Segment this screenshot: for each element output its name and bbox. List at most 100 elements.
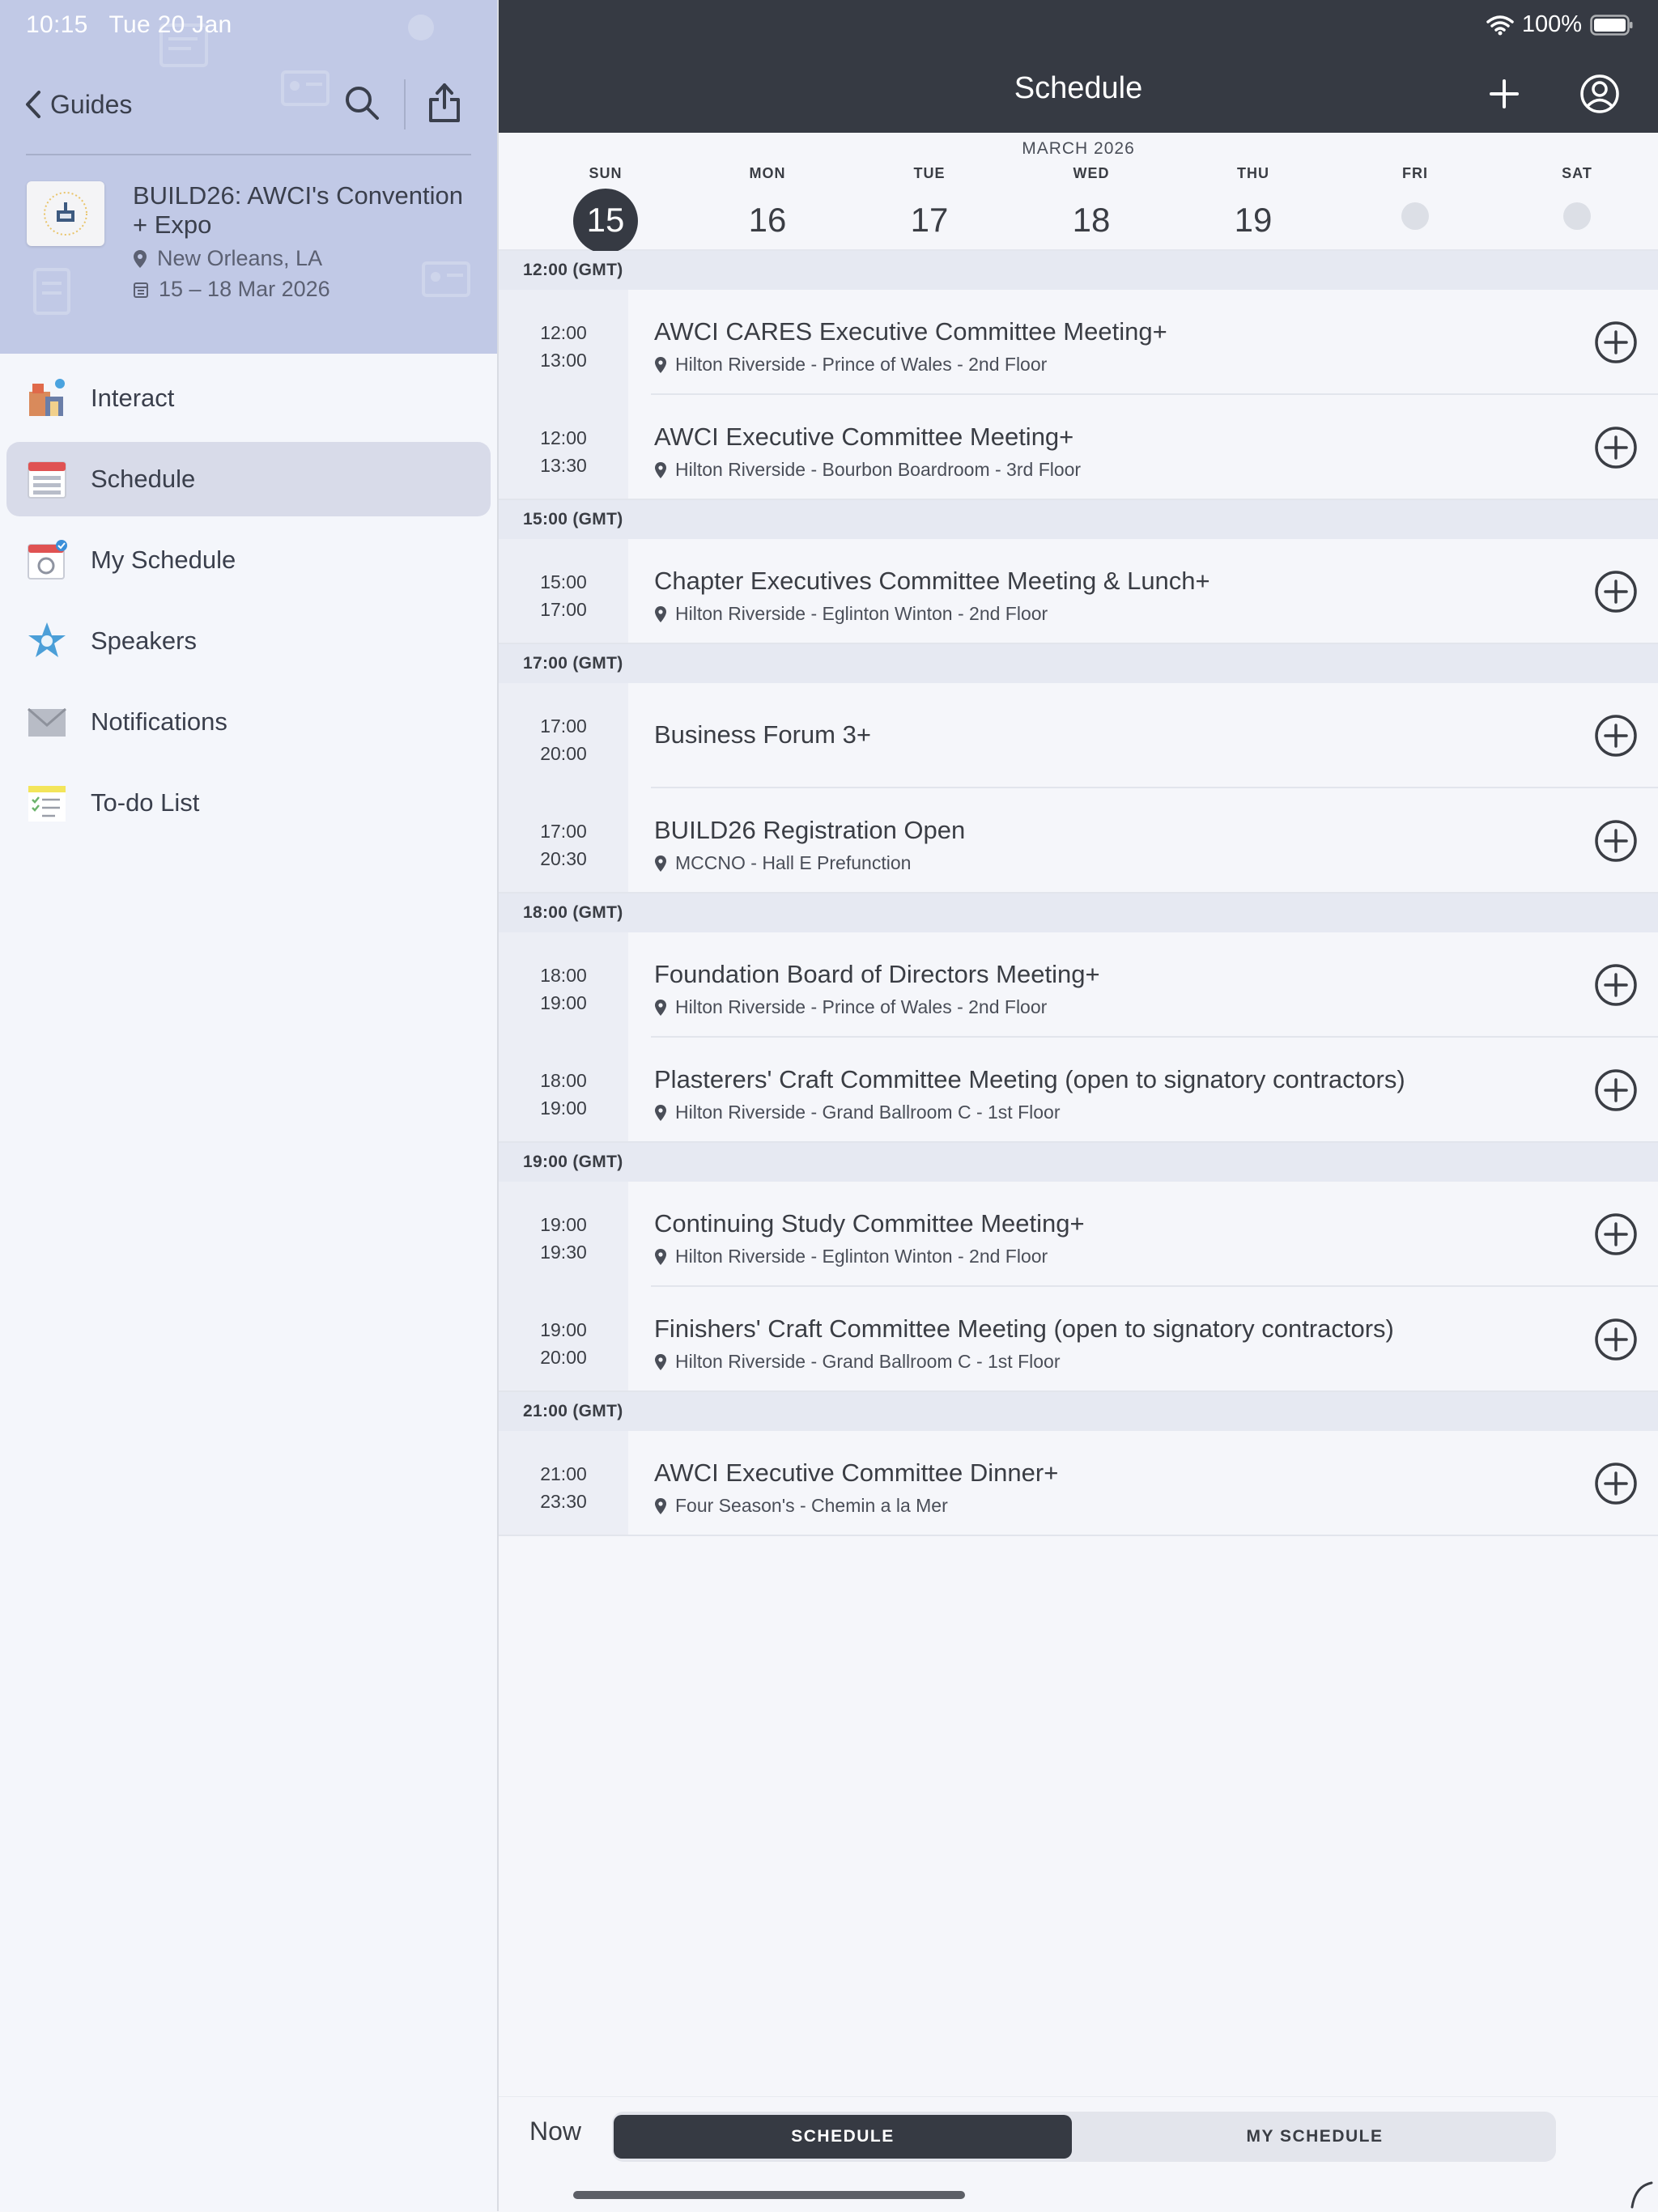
- resize-handle-icon[interactable]: [1629, 2181, 1653, 2209]
- main-panel: 100% Schedule MARCH 2026 SUN 15 MON 16 TUE 17…: [499, 0, 1658, 2212]
- session-end-time: 23:30: [540, 1491, 587, 1512]
- session-location: Four Season's - Chemin a la Mer: [654, 1495, 948, 1517]
- add-to-my-schedule-button[interactable]: [1594, 714, 1638, 758]
- row-separator: [499, 499, 1658, 500]
- event-dates: 15 – 18 Mar 2026: [133, 277, 330, 302]
- time-group-header: 17:00 (GMT): [499, 644, 1658, 683]
- search-button[interactable]: [337, 78, 387, 128]
- session-row[interactable]: 17:00 20:30 BUILD26 Registration Open MCCNO…: [499, 788, 1658, 894]
- session-start-time: 19:00: [540, 1214, 587, 1235]
- session-row[interactable]: 19:00 20:00 Finishers' Craft Committee Mee…: [499, 1287, 1658, 1392]
- add-button[interactable]: [1478, 68, 1530, 120]
- add-to-my-schedule-button[interactable]: [1594, 1212, 1638, 1256]
- add-circle-icon: [1595, 427, 1637, 469]
- sidebar-item-interact[interactable]: Interact: [6, 361, 491, 435]
- session-end-time: 17:00: [540, 599, 587, 620]
- share-button[interactable]: [419, 78, 470, 128]
- add-to-my-schedule-button[interactable]: [1594, 1462, 1638, 1505]
- session-start-time: 18:00: [540, 1070, 587, 1091]
- session-location-text: Hilton Riverside - Prince of Wales - 2nd…: [675, 354, 1048, 375]
- add-to-my-schedule-button[interactable]: [1594, 426, 1638, 469]
- day-sun[interactable]: SUN 15: [525, 165, 687, 269]
- sidebar-item-schedule[interactable]: Schedule: [6, 442, 491, 516]
- session-row[interactable]: 15:00 17:00 Chapter Executives Committee M…: [499, 539, 1658, 644]
- day-thu[interactable]: THU 19: [1172, 165, 1334, 271]
- session-start-time: 18:00: [540, 965, 587, 986]
- sidebar-item-speakers[interactable]: Speakers: [6, 604, 491, 678]
- day-name: THU: [1237, 165, 1269, 181]
- month-label: MARCH 2026: [1022, 139, 1135, 158]
- location-pin-icon: [655, 356, 666, 373]
- session-location-text: Hilton Riverside - Grand Ballroom C - 1s…: [675, 1102, 1061, 1123]
- user-account-icon: [1580, 74, 1619, 113]
- add-to-my-schedule-button[interactable]: [1594, 1318, 1638, 1361]
- session-title: Business Forum 3+: [654, 720, 871, 749]
- location-pin-icon: [655, 1248, 666, 1265]
- day-mon[interactable]: MON 16: [687, 165, 848, 271]
- location-pin-icon: [655, 1104, 666, 1121]
- day-empty-placeholder: [1563, 202, 1591, 230]
- add-circle-icon: [1595, 1463, 1637, 1505]
- back-guides-button[interactable]: Guides: [24, 84, 132, 125]
- star-icon: [24, 618, 70, 664]
- wifi-icon: [1486, 15, 1514, 35]
- day-name: MON: [749, 165, 786, 181]
- schedule-icon: [24, 456, 70, 502]
- session-title: AWCI CARES Executive Committee Meeting+: [654, 317, 1167, 346]
- add-to-my-schedule-button[interactable]: [1594, 963, 1638, 1007]
- session-title: Finishers' Craft Committee Meeting (open…: [654, 1314, 1394, 1343]
- sidebar-item-my-schedule[interactable]: My Schedule: [6, 523, 491, 597]
- sidebar-item-notifications[interactable]: Notifications: [6, 685, 491, 759]
- sidebar-item-todo-list[interactable]: To-do List: [6, 766, 491, 840]
- session-row[interactable]: 19:00 19:30 Continuing Study Committee Mee…: [499, 1182, 1658, 1287]
- profile-button[interactable]: [1574, 68, 1626, 120]
- tab-my-schedule[interactable]: MY SCHEDULE: [1080, 2115, 1550, 2159]
- session-location: Hilton Riverside - Bourbon Boardroom - 3…: [654, 459, 1081, 481]
- back-label: Guides: [50, 89, 133, 119]
- session-row[interactable]: 12:00 13:30 AWCI Executive Committee Meeti…: [499, 395, 1658, 500]
- battery-percent: 100%: [1521, 11, 1582, 37]
- session-row[interactable]: 21:00 23:30 AWCI Executive Committee Dinne…: [499, 1431, 1658, 1536]
- session-start-time: 15:00: [540, 571, 587, 592]
- session-start-time: 12:00: [540, 322, 587, 343]
- session-title: Chapter Executives Committee Meeting & L…: [654, 567, 1210, 595]
- session-end-time: 13:00: [540, 350, 587, 371]
- sidebar-item-label: Interact: [91, 384, 175, 412]
- session-title: BUILD26 Registration Open: [654, 816, 966, 844]
- add-circle-icon: [1595, 321, 1637, 363]
- date-selector: MARCH 2026 SUN 15 MON 16 TUE 17 WED 18 THU 19 FRI S…: [499, 133, 1658, 271]
- row-separator: [499, 643, 1658, 644]
- session-row[interactable]: 18:00 19:00 Foundation Board of Directors …: [499, 932, 1658, 1038]
- share-icon: [429, 83, 460, 122]
- header-divider: [404, 79, 406, 129]
- session-row[interactable]: 12:00 13:00 AWCI CARES Executive Committee…: [499, 290, 1658, 395]
- session-title: AWCI Executive Committee Meeting+: [654, 422, 1074, 451]
- day-number: 18: [1072, 201, 1111, 239]
- add-to-my-schedule-button[interactable]: [1594, 570, 1638, 614]
- session-start-time: 21:00: [540, 1463, 587, 1484]
- session-row[interactable]: 18:00 19:00 Plasterers' Craft Committee Me…: [499, 1038, 1658, 1143]
- sidebar-item-label: Notifications: [91, 707, 227, 736]
- sidebar-nav: Interact Schedule My Schedule Speakers N…: [0, 361, 497, 847]
- battery-icon: [1590, 14, 1633, 36]
- day-tue[interactable]: TUE 17: [848, 165, 1010, 271]
- session-time-column: 21:00 23:30: [499, 1431, 628, 1536]
- day-name: FRI: [1402, 165, 1428, 181]
- day-number: 16: [748, 201, 787, 239]
- day-wed[interactable]: WED 18: [1010, 165, 1172, 271]
- event-header: 10:15 Tue 20 Jan Guides BUILD26: AWCI's …: [0, 0, 497, 354]
- session-start-time: 17:00: [540, 715, 587, 737]
- status-bar-right: 100%: [1478, 11, 1634, 38]
- session-end-time: 13:30: [540, 455, 587, 476]
- event-title: BUILD26: AWCI's Convention + Expo: [133, 181, 463, 239]
- tab-schedule[interactable]: SCHEDULE: [614, 2115, 1072, 2159]
- home-indicator: [573, 2191, 965, 2199]
- session-location-text: Hilton Riverside - Eglinton Winton - 2nd…: [675, 1246, 1048, 1267]
- location-pin-icon: [655, 461, 666, 478]
- add-to-my-schedule-button[interactable]: [1594, 1068, 1638, 1112]
- add-to-my-schedule-button[interactable]: [1594, 321, 1638, 364]
- now-button[interactable]: Now: [529, 2116, 581, 2146]
- add-to-my-schedule-button[interactable]: [1594, 819, 1638, 863]
- session-row[interactable]: 17:00 20:00 Business Forum 3+: [499, 683, 1658, 788]
- search-icon: [346, 87, 379, 120]
